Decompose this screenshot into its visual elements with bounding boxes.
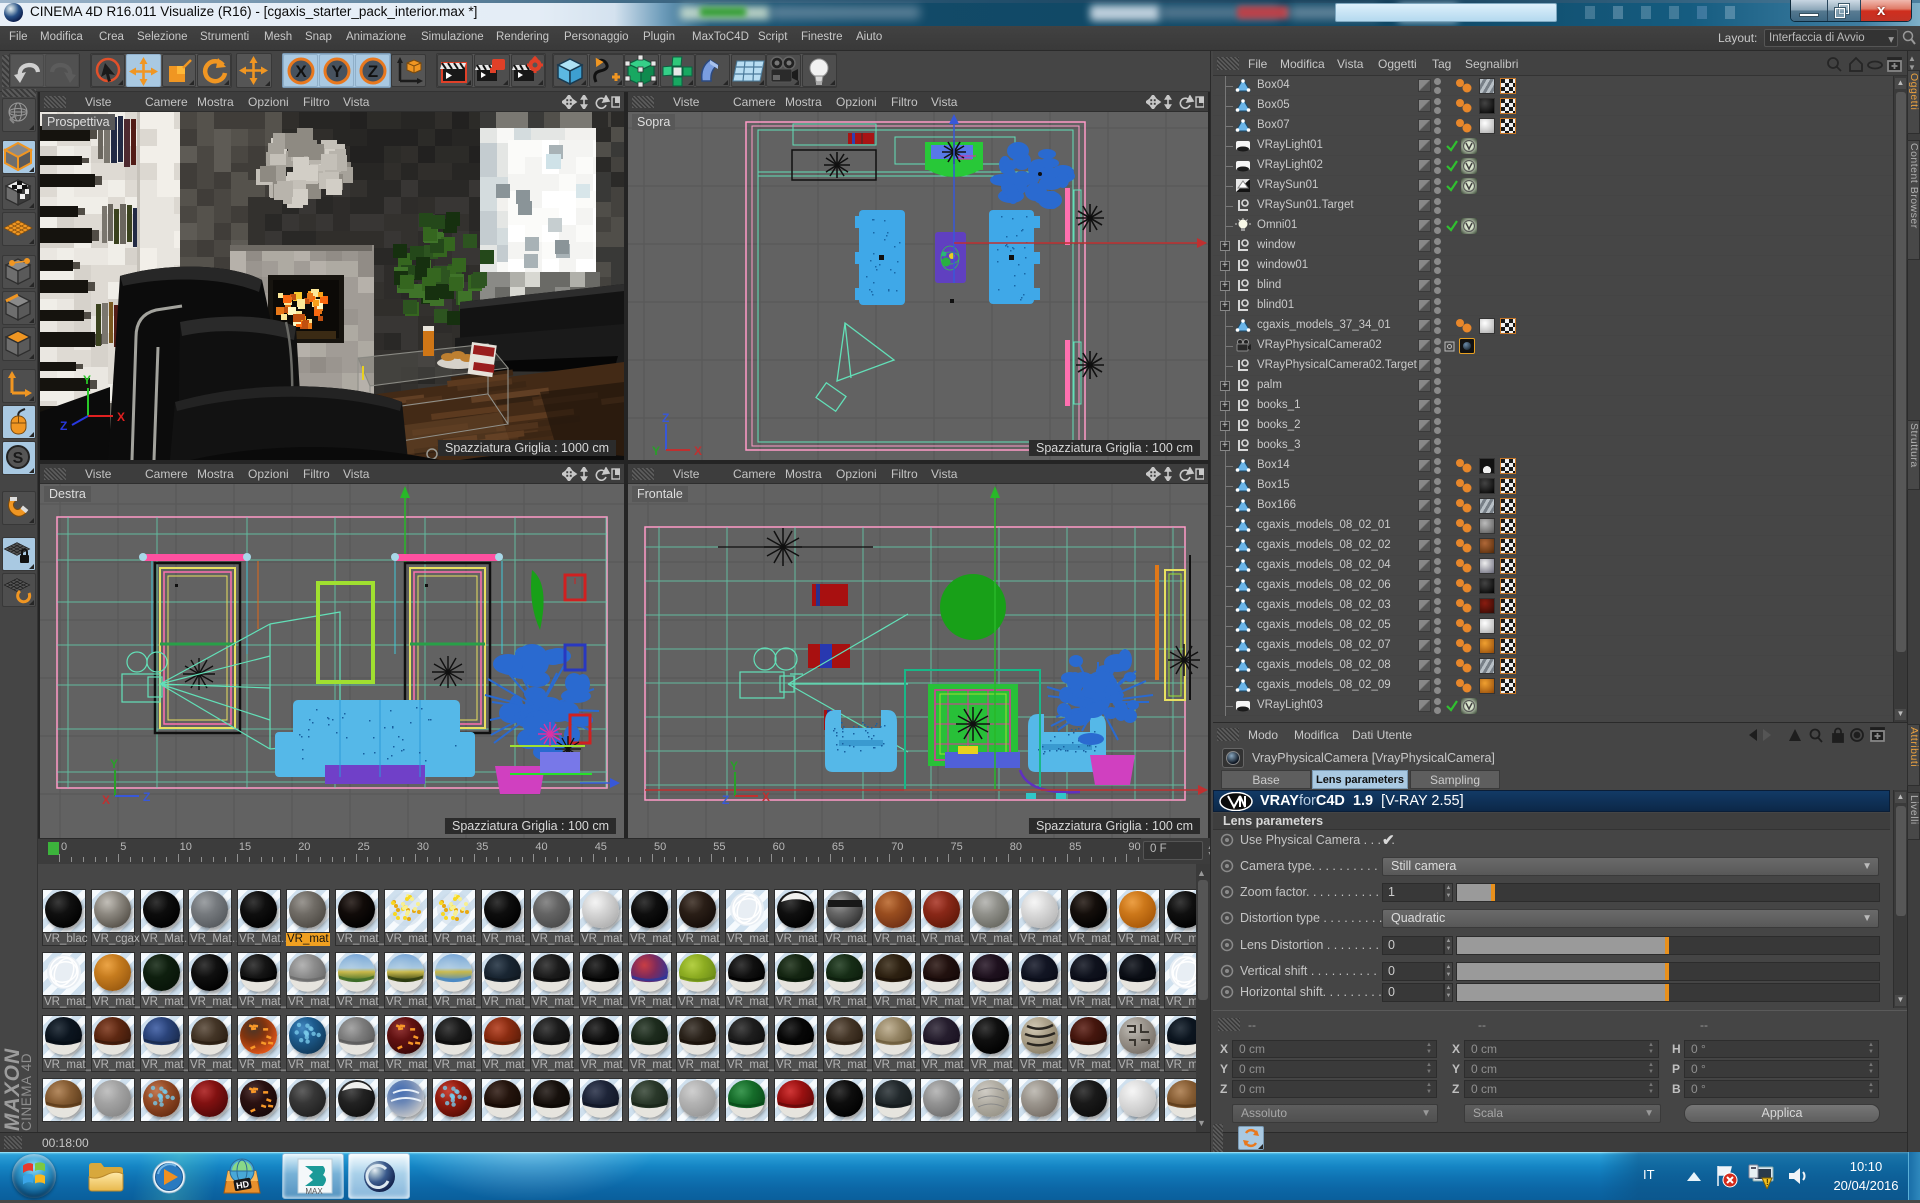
svg-text:X: X — [295, 62, 307, 81]
svg-text:Y: Y — [730, 759, 738, 773]
svg-text:!: ! — [1766, 1178, 1769, 1187]
svg-text:Z: Z — [143, 790, 150, 804]
svg-text:Z: Z — [60, 419, 67, 433]
svg-text:Y: Y — [110, 757, 118, 771]
svg-text:Y: Y — [331, 62, 343, 81]
svg-text:Z: Z — [368, 62, 378, 81]
svg-text:Y: Y — [83, 373, 91, 387]
svg-text:MAX: MAX — [305, 1187, 323, 1196]
svg-text:S: S — [13, 450, 24, 467]
svg-text:Z: Z — [662, 411, 669, 425]
svg-text:X: X — [117, 410, 125, 424]
svg-text:X: X — [694, 444, 702, 458]
svg-text:X: X — [102, 793, 110, 807]
svg-text:X: X — [762, 790, 770, 804]
svg-text:Z: Z — [722, 793, 729, 807]
svg-text:Y: Y — [652, 444, 660, 458]
